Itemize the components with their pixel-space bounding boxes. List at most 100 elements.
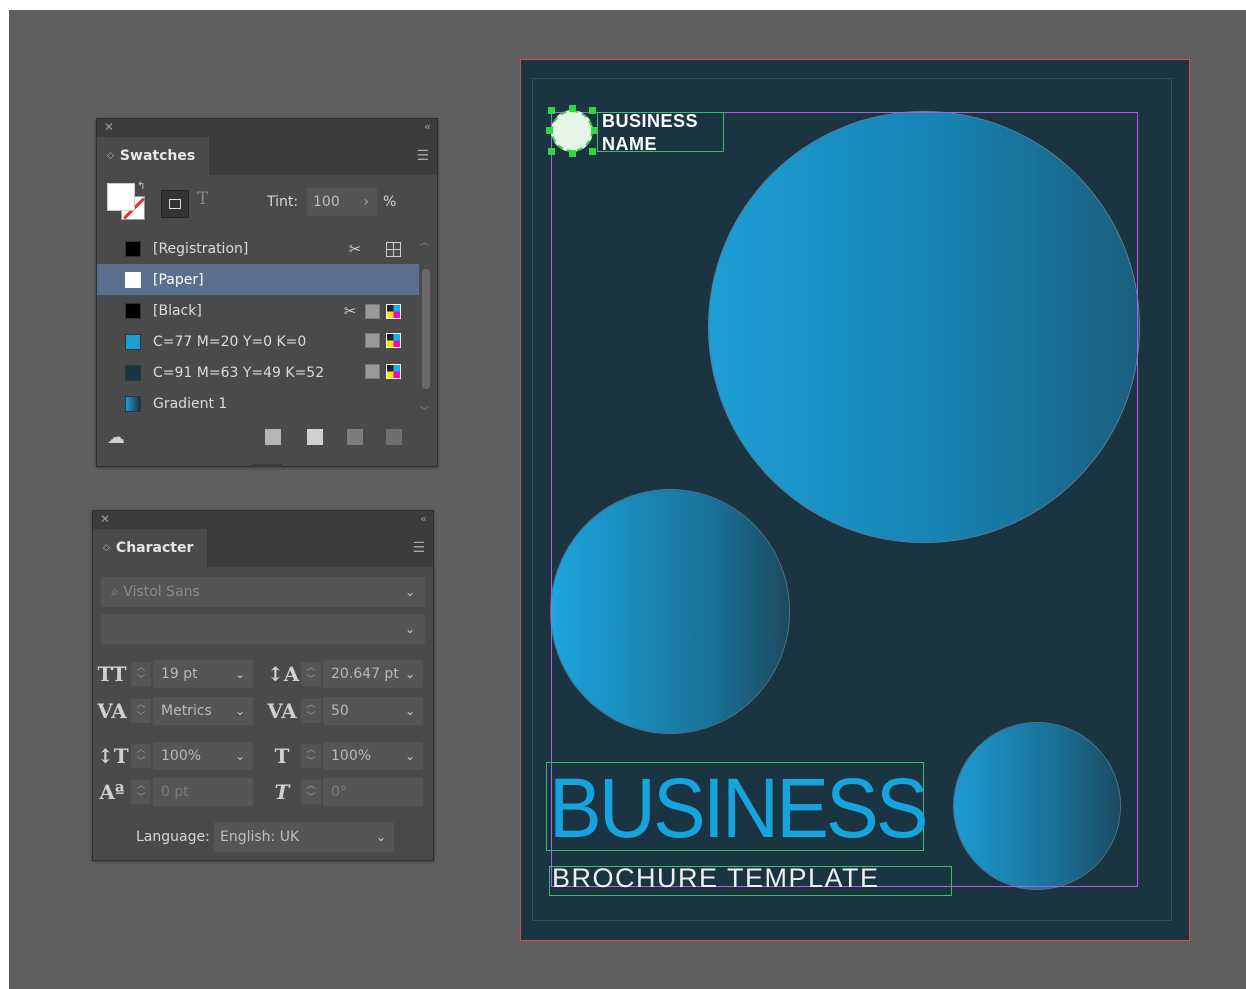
show-kinds-icon[interactable] [265, 429, 281, 445]
logo-circle-selected[interactable] [551, 110, 593, 152]
tracking-control[interactable]: VA ︿ ﹀ 50 ⌄ [267, 697, 427, 725]
panel-tab-row: ◇ Swatches ☰ [97, 137, 437, 175]
new-group-icon[interactable] [307, 429, 323, 445]
swatch-row-gradient[interactable]: Gradient 1 [97, 388, 419, 419]
panel-tab-row: ◇ Character ☰ [93, 529, 433, 567]
close-icon[interactable]: ✕ [104, 120, 114, 134]
registration-icon [386, 241, 401, 257]
chevron-down-icon[interactable]: ⌄ [405, 614, 415, 644]
vertical-scale-input[interactable]: 100% ⌄ [153, 742, 253, 770]
tracking-icon: VA [267, 699, 297, 723]
stepper-icon[interactable]: ︿ ﹀ [301, 780, 321, 804]
chevron-right-icon[interactable]: › [363, 188, 369, 216]
font-family-field[interactable]: ⌕ Vistol Sans ⌄ [101, 577, 425, 607]
selection-handle[interactable] [569, 105, 576, 112]
panel-menu-icon[interactable]: ☰ [416, 148, 429, 164]
business-name-text[interactable]: BUSINESS NAME [602, 110, 698, 156]
tab-swatches[interactable]: ◇ Swatches [97, 137, 210, 175]
non-editable-icon: ✂ [348, 240, 362, 258]
stepper-icon[interactable]: ︿ ﹀ [131, 744, 151, 768]
tab-arrows-icon: ◇ [107, 151, 114, 161]
selection-handle[interactable] [548, 107, 555, 114]
resize-grip[interactable] [252, 464, 282, 467]
cmyk-icon [386, 303, 401, 319]
swap-icon[interactable]: ↰ [137, 181, 145, 192]
swatches-controls: ↰ T Tint: 100 › % [97, 175, 437, 233]
leading-icon: ↕A [267, 662, 300, 686]
tab-label: Character [115, 540, 194, 556]
font-size-input[interactable]: 19 pt ⌄ [153, 660, 253, 688]
chevron-down-icon[interactable]: ⌄ [405, 697, 415, 725]
scroll-thumb[interactable] [422, 269, 430, 389]
collapse-icon[interactable]: ‹‹ [424, 120, 431, 133]
language-select[interactable]: English: UK ⌄ [214, 822, 394, 852]
font-size-control[interactable]: TT ︿ ﹀ 19 pt ⌄ [97, 660, 257, 688]
swatch-chip [125, 333, 141, 350]
swatch-row-dark-blue[interactable]: C=91 M=63 Y=49 K=52 [97, 357, 419, 388]
swatch-scrollbar[interactable]: ︿ ﹀ [420, 235, 432, 417]
horizontal-scale-input[interactable]: 100% ⌄ [323, 742, 423, 770]
selection-handle[interactable] [569, 150, 576, 157]
panel-titlebar[interactable]: ✕ ‹‹ [97, 119, 437, 137]
business-name-line1: BUSINESS [602, 111, 699, 131]
swatch-row-black[interactable]: [Black] ✂ [97, 295, 419, 326]
formatting-text-button[interactable]: T [197, 189, 208, 209]
tracking-input[interactable]: 50 ⌄ [323, 697, 423, 725]
swatches-footer: ☁ [97, 419, 437, 467]
selection-handle[interactable] [589, 107, 596, 114]
swatch-row-cyan[interactable]: C=77 M=20 Y=0 K=0 [97, 326, 419, 357]
new-swatch-icon[interactable] [347, 429, 363, 445]
stepper-icon[interactable]: ︿ ﹀ [301, 699, 321, 723]
vertical-scale-control[interactable]: ↕T ︿ ﹀ 100% ⌄ [97, 742, 257, 770]
tint-label: Tint: [267, 194, 299, 210]
chevron-down-icon[interactable]: ⌄ [405, 742, 415, 770]
stepper-icon[interactable]: ︿ ﹀ [301, 662, 321, 686]
font-style-field[interactable]: ⌄ [101, 614, 425, 644]
collapse-icon[interactable]: ‹‹ [420, 512, 427, 525]
scroll-up-icon[interactable]: ︿ [420, 235, 429, 248]
language-label: Language: [136, 829, 210, 845]
baseline-shift-input[interactable]: 0 pt [153, 778, 253, 806]
chevron-down-icon[interactable]: ⌄ [405, 577, 415, 607]
panel-titlebar[interactable]: ✕ ‹‹ [93, 511, 433, 529]
swatch-name: Gradient 1 [153, 395, 228, 412]
chevron-down-icon[interactable]: ⌄ [235, 660, 245, 688]
tint-input[interactable]: 100 › [307, 188, 377, 216]
horizontal-scale-control[interactable]: T ︿ ﹀ 100% ⌄ [267, 742, 427, 770]
chevron-down-icon[interactable]: ⌄ [405, 660, 415, 688]
skew-control[interactable]: T ︿ ﹀ 0° [267, 778, 427, 806]
fill-swatch[interactable] [107, 183, 135, 211]
stepper-icon[interactable]: ︿ ﹀ [131, 780, 151, 804]
leading-control[interactable]: ↕A ︿ ﹀ 20.647 pt ⌄ [267, 660, 427, 688]
selection-handle[interactable] [548, 148, 555, 155]
kerning-input[interactable]: Metrics ⌄ [153, 697, 253, 725]
fill-stroke-control[interactable]: ↰ [107, 181, 149, 223]
leading-input[interactable]: 20.647 pt ⌄ [323, 660, 423, 688]
swatch-row-paper[interactable]: [Paper] [97, 264, 419, 295]
cc-libraries-icon[interactable]: ☁ [107, 427, 125, 448]
font-family-value: Vistol Sans [123, 584, 200, 600]
panel-menu-icon[interactable]: ☰ [412, 540, 425, 556]
subheadline-text[interactable]: BROCHURE TEMPLATE [552, 862, 880, 894]
tab-character[interactable]: ◇ Character [93, 529, 208, 567]
kerning-control[interactable]: VA ︿ ﹀ Metrics ⌄ [97, 697, 257, 725]
selection-handle[interactable] [546, 127, 553, 134]
chevron-down-icon[interactable]: ⌄ [235, 742, 245, 770]
container-icon [169, 199, 181, 209]
stepper-icon[interactable]: ︿ ﹀ [131, 662, 151, 686]
stepper-icon[interactable]: ︿ ﹀ [301, 744, 321, 768]
formatting-container-button[interactable] [161, 190, 189, 218]
headline-text[interactable]: BUSINESS [549, 763, 929, 853]
delete-icon[interactable] [386, 429, 402, 445]
chevron-down-icon[interactable]: ⌄ [235, 697, 245, 725]
character-panel: ✕ ‹‹ ◇ Character ☰ ⌕ Vistol Sans ⌄ ⌄ TT … [92, 510, 434, 861]
selection-handle[interactable] [589, 148, 596, 155]
stepper-icon[interactable]: ︿ ﹀ [131, 699, 151, 723]
chevron-down-icon[interactable]: ⌄ [376, 822, 386, 852]
close-icon[interactable]: ✕ [100, 512, 110, 526]
baseline-shift-control[interactable]: Aª ︿ ﹀ 0 pt [97, 778, 257, 806]
scroll-down-icon[interactable]: ﹀ [420, 404, 429, 417]
kerning-icon: VA [97, 699, 127, 723]
swatch-row-registration[interactable]: [Registration] ✂ [97, 233, 419, 264]
skew-input[interactable]: 0° [323, 778, 423, 806]
